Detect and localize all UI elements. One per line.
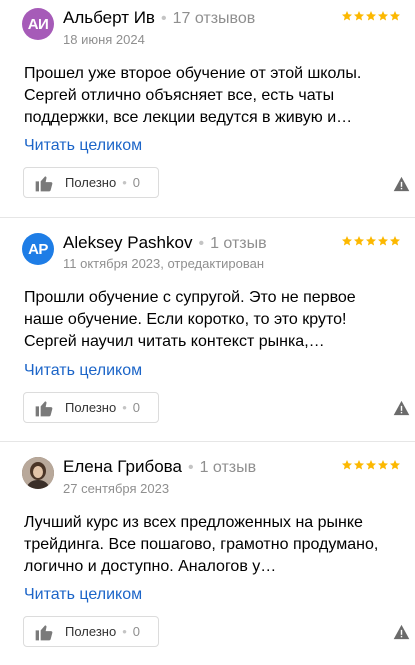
author-name[interactable]: Елена Грибова xyxy=(63,457,182,477)
thumbs-up-icon xyxy=(35,624,53,640)
review-date: 18 июня 2024 xyxy=(63,32,145,47)
useful-label: Полезно xyxy=(65,400,117,415)
thumbs-up-icon xyxy=(35,175,53,191)
rating-stars xyxy=(341,235,401,247)
useful-count: 0 xyxy=(132,624,140,639)
review-date: 27 сентября 2023 xyxy=(63,481,170,496)
star-icon xyxy=(354,460,364,470)
useful-button[interactable]: Полезно • 0 xyxy=(23,616,159,647)
star-icon xyxy=(366,236,376,246)
review-divider xyxy=(0,217,415,218)
review-date: 11 октября 2023, отредактирован xyxy=(63,256,265,271)
avatar-photo xyxy=(22,457,54,489)
star-icon xyxy=(378,460,388,470)
useful-button[interactable]: Полезно • 0 xyxy=(23,167,159,198)
author-name[interactable]: Альберт Ив xyxy=(63,8,155,28)
review-text: Лучший курс из всех предложенных на рынк… xyxy=(24,514,379,575)
review-text: Прошли обучение с супругой. Это не перво… xyxy=(24,289,356,350)
star-icon xyxy=(354,11,364,21)
star-icon xyxy=(342,11,352,21)
rating-stars xyxy=(341,10,401,22)
author-line: Альберт Ив • 17 отзывов xyxy=(63,8,255,30)
useful-count: 0 xyxy=(132,175,140,190)
star-icon xyxy=(390,236,400,246)
avatar[interactable]: АИ xyxy=(22,8,54,40)
separator-dot: • xyxy=(122,624,127,639)
useful-label: Полезно xyxy=(65,624,117,639)
author-line: Aleksey Pashkov • 1 отзыв xyxy=(63,233,267,255)
separator-dot: • xyxy=(122,400,127,415)
thumbs-up-icon xyxy=(35,400,53,416)
useful-label: Полезно xyxy=(65,175,117,190)
star-icon xyxy=(366,460,376,470)
avatar[interactable]: AP xyxy=(22,233,54,265)
star-icon xyxy=(378,236,388,246)
star-icon xyxy=(378,11,388,21)
star-icon xyxy=(354,236,364,246)
useful-button[interactable]: Полезно • 0 xyxy=(23,392,159,423)
separator-dot: • xyxy=(160,10,167,27)
rating-stars xyxy=(341,459,401,471)
star-icon xyxy=(390,460,400,470)
review-divider xyxy=(0,441,415,442)
avatar[interactable] xyxy=(22,457,54,489)
warning-triangle-icon[interactable] xyxy=(393,624,410,640)
review-text: Прошел уже второе обучение от этой школы… xyxy=(24,65,362,126)
star-icon xyxy=(366,11,376,21)
author-review-count: 1 отзыв xyxy=(199,459,257,476)
star-icon xyxy=(342,236,352,246)
read-more-link[interactable]: Читать целиком xyxy=(24,586,142,604)
star-icon xyxy=(342,460,352,470)
warning-triangle-icon[interactable] xyxy=(393,400,410,416)
separator-dot: • xyxy=(198,235,205,252)
separator-dot: • xyxy=(187,459,194,476)
author-line: Елена Грибова • 1 отзыв xyxy=(63,457,256,479)
author-review-count: 17 отзывов xyxy=(172,10,256,27)
separator-dot: • xyxy=(122,175,127,190)
author-name[interactable]: Aleksey Pashkov xyxy=(63,233,192,253)
author-review-count: 1 отзыв xyxy=(210,235,267,252)
warning-triangle-icon[interactable] xyxy=(393,176,410,192)
useful-count: 0 xyxy=(132,400,140,415)
star-icon xyxy=(390,11,400,21)
read-more-link[interactable]: Читать целиком xyxy=(24,362,142,380)
read-more-link[interactable]: Читать целиком xyxy=(24,137,142,155)
